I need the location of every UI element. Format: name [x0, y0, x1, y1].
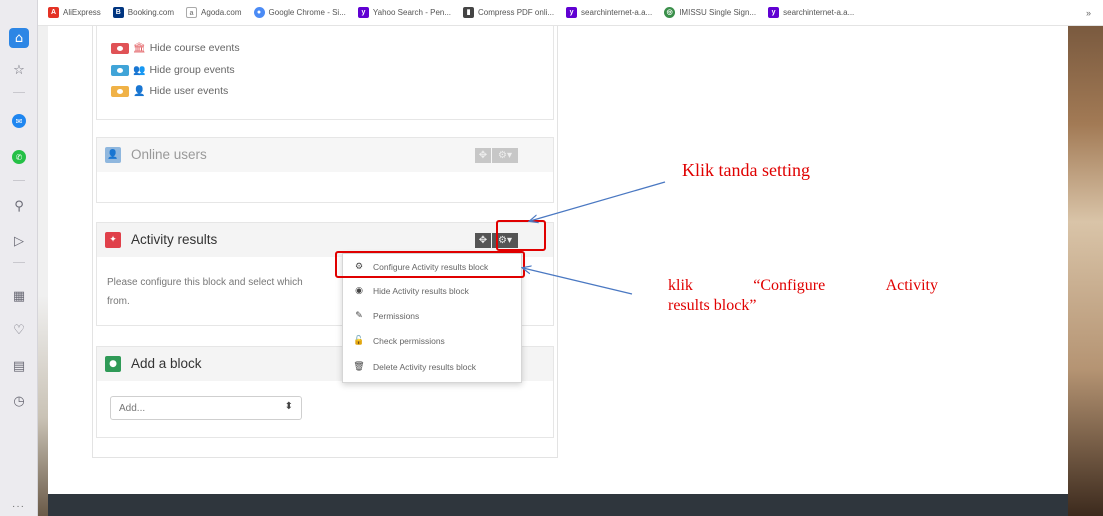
edit-icon: ✎ [355, 311, 363, 321]
star-icon[interactable]: ☆ [9, 60, 29, 80]
menu-item-delete[interactable]: 🗑 Delete Activity results block [343, 356, 521, 378]
search-icon[interactable]: ⚲ [9, 196, 29, 216]
clock-icon[interactable]: ◷ [9, 391, 29, 411]
gear-icon[interactable]: ⚙▾ [492, 148, 518, 163]
annotation-highlight-gear [496, 220, 546, 251]
eye-icon[interactable] [111, 42, 129, 54]
user-icon: 👤 [133, 85, 146, 97]
yahoo-icon: y [768, 7, 780, 18]
yahoo-icon: y [566, 7, 578, 18]
bookmarks-bar: A AliExpress B Booking.com a Agoda.com ● Goo… [38, 0, 1103, 26]
bookmark-searchinternet-1[interactable]: y searchinternet-a.a... [566, 7, 652, 18]
annotation-text-configure: klik “Configure Activity results block” [668, 276, 958, 316]
annotation-highlight-configure [335, 251, 525, 278]
sidebar-divider [13, 180, 25, 181]
hide-user-events-toggle[interactable]: 👤 Hide user events [111, 85, 228, 97]
menu-item-hide[interactable]: ◉ Hide Activity results block [343, 280, 521, 302]
more-icon[interactable]: ··· [12, 501, 25, 512]
send-icon[interactable]: ▷ [9, 231, 29, 251]
sidebar-divider [13, 92, 25, 93]
agoda-icon: a [186, 7, 198, 18]
trash-icon: 🗑 [353, 362, 365, 372]
chrome-icon: ● [253, 7, 265, 18]
page-footer [48, 494, 1068, 516]
block-text: from. [107, 296, 130, 307]
block-title: Activity results [131, 232, 218, 247]
block-title: Online users [131, 147, 207, 162]
messenger-icon[interactable]: ✉ [12, 114, 26, 128]
menu-item-permissions[interactable]: ✎ Permissions [343, 305, 521, 327]
hide-group-events-toggle[interactable]: 👥 Hide group events [111, 64, 235, 76]
menu-item-check-permissions[interactable]: 🔓 Check permissions [343, 330, 521, 352]
bookmark-compress-pdf[interactable]: ▮ Compress PDF onli... [463, 7, 554, 18]
block-text: Please configure this block and select w… [107, 277, 303, 288]
block-title: Add a block [131, 356, 202, 371]
bookmark-chrome[interactable]: ● Google Chrome - Si... [253, 7, 346, 18]
bookmark-booking[interactable]: B Booking.com [112, 7, 174, 18]
apps-grid-icon[interactable]: ▦ [9, 286, 29, 306]
block-header: 👤 Online users ✥ ⚙▾ [97, 138, 553, 172]
eye-icon[interactable] [111, 64, 129, 76]
home-icon[interactable]: ⌂ [9, 28, 29, 48]
screen: ⌂ ☆ ✉ ✆ ⚲ ▷ ▦ ♡ ▤ ◷ ··· A AliExpress B Boo… [0, 0, 1103, 516]
annotation-text-setting: Klik tanda setting [682, 160, 810, 180]
bookmark-imissu[interactable]: ◎ IMISSU Single Sign... [664, 7, 756, 18]
whatsapp-icon[interactable]: ✆ [12, 150, 26, 164]
chevron-updown-icon: ⬍ [284, 401, 293, 412]
booking-icon: B [112, 7, 124, 18]
background-strip-right [1068, 26, 1103, 516]
add-block-select[interactable]: Add... ⬍ [110, 396, 302, 420]
sidebar-divider [13, 262, 25, 263]
annotation-line: results block” [668, 297, 757, 314]
wallet-icon[interactable]: ▤ [9, 356, 29, 376]
move-icon[interactable]: ✥ [475, 148, 491, 163]
bookmark-searchinternet-2[interactable]: y searchinternet-a.a... [768, 7, 854, 18]
hide-course-events-toggle[interactable]: 🏛 Hide course events [111, 42, 240, 54]
eye-icon: ◉ [355, 286, 363, 296]
aliexpress-icon: A [48, 7, 59, 18]
online-users-block: 👤 Online users ✥ ⚙▾ [96, 137, 554, 203]
bank-icon: 🏛 [133, 42, 146, 54]
eye-icon[interactable] [111, 85, 129, 97]
pin-icon: ✦ [105, 232, 121, 248]
unlock-icon: 🔓 [353, 336, 365, 346]
browser-sidebar: ⌂ ☆ ✉ ✆ ⚲ ▷ ▦ ♡ ▤ ◷ ··· [0, 0, 38, 516]
bookmark-aliexpress[interactable]: A AliExpress [48, 7, 101, 18]
heart-icon[interactable]: ♡ [9, 320, 29, 340]
imissu-icon: ◎ [664, 7, 676, 18]
bookmark-yahoo-search[interactable]: y Yahoo Search - Pen... [357, 7, 451, 18]
plus-icon: ● [105, 356, 121, 372]
annotation-line: klik “Configure Activity [668, 277, 938, 294]
background-strip-left [38, 26, 48, 516]
move-icon[interactable]: ✥ [475, 233, 491, 248]
pdf-icon: ▮ [463, 7, 475, 18]
calendar-legend-block: 🏛 Hide course events 👥 Hide group events… [96, 26, 554, 120]
bookmarks-overflow-button[interactable]: » [1086, 8, 1091, 18]
bookmark-agoda[interactable]: a Agoda.com [186, 7, 242, 18]
user-icon: 👤 [105, 147, 121, 163]
yahoo-icon: y [357, 7, 369, 18]
group-icon: 👥 [133, 64, 146, 76]
